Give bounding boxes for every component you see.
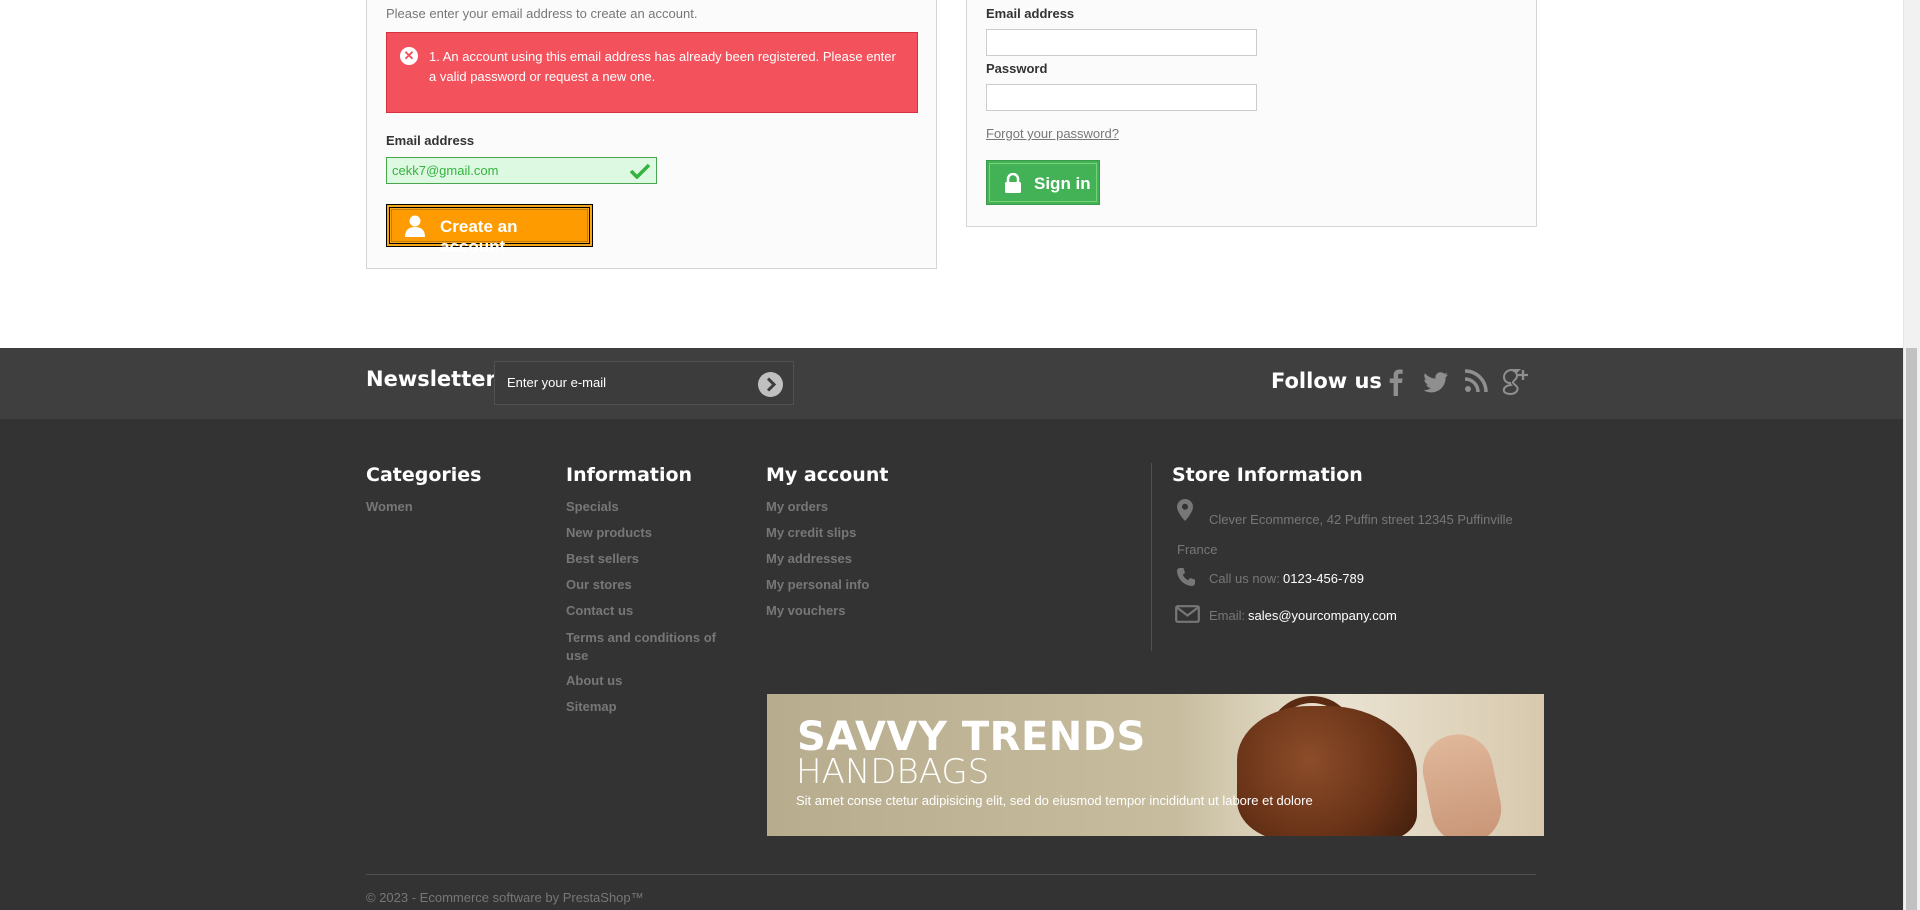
- newsletter-placeholder: Enter your e-mail: [507, 375, 606, 390]
- banner-text: Sit amet conse ctetur adipisicing elit, …: [796, 793, 1313, 808]
- store-email[interactable]: sales@yourcompany.com: [1248, 608, 1397, 623]
- error-alert: ✕ 1. An account using this email address…: [386, 32, 918, 113]
- create-email-value: cekk7@gmail.com: [392, 163, 499, 178]
- account-link-vouchers[interactable]: My vouchers: [766, 603, 845, 618]
- copyright[interactable]: © 2023 - Ecommerce software by PrestaSho…: [366, 890, 644, 905]
- my-account-title: My account: [766, 464, 889, 486]
- newsletter-title: Newsletter: [366, 367, 496, 391]
- create-account-button-label: Create an account: [440, 217, 518, 256]
- create-email-label: Email address: [386, 133, 475, 148]
- login-password-label: Password: [986, 61, 1048, 76]
- footer: Categories Women Information Specials Ne…: [0, 419, 1903, 910]
- login-email-label: Email address: [986, 6, 1075, 21]
- category-link-women[interactable]: Women: [366, 499, 413, 514]
- forgot-password-link[interactable]: Forgot your password?: [986, 126, 1119, 141]
- phone-icon: [1177, 568, 1195, 586]
- account-link-credit-slips[interactable]: My credit slips: [766, 525, 856, 540]
- info-link-specials[interactable]: Specials: [566, 499, 619, 514]
- categories-title: Categories: [366, 464, 482, 486]
- info-link-contact-us[interactable]: Contact us: [566, 603, 633, 618]
- twitter-icon[interactable]: [1421, 366, 1451, 396]
- handbags-banner[interactable]: SAVVY TRENDS HANDBAGS Sit amet conse cte…: [767, 694, 1544, 836]
- email-label: Email:: [1209, 608, 1246, 623]
- info-link-sitemap[interactable]: Sitemap: [566, 699, 617, 714]
- sign-in-button-label: Sign in: [1034, 174, 1091, 193]
- create-email-input[interactable]: cekk7@gmail.com: [386, 157, 657, 184]
- envelope-icon: [1175, 605, 1200, 623]
- sign-in-button[interactable]: Sign in: [986, 160, 1100, 205]
- create-account-intro: Please enter your email address to creat…: [386, 6, 698, 21]
- rss-icon[interactable]: [1461, 366, 1491, 396]
- store-phone[interactable]: 0123-456-789: [1283, 571, 1364, 586]
- info-link-best-sellers[interactable]: Best sellers: [566, 551, 639, 566]
- store-information-title: Store Information: [1172, 464, 1363, 486]
- info-link-our-stores[interactable]: Our stores: [566, 577, 632, 592]
- store-divider: [1151, 463, 1152, 651]
- information-title: Information: [566, 464, 693, 486]
- login-password-input[interactable]: [986, 84, 1257, 111]
- create-account-button[interactable]: Create an account: [386, 204, 593, 256]
- account-link-orders[interactable]: My orders: [766, 499, 828, 514]
- info-link-about-us[interactable]: About us: [566, 673, 622, 688]
- scrollbar-thumb[interactable]: [1906, 348, 1917, 910]
- user-icon: [405, 215, 425, 237]
- create-account-button-face: Create an account: [391, 209, 588, 256]
- info-link-terms[interactable]: Terms and conditions of use: [566, 629, 726, 665]
- follow-us-title: Follow us: [1271, 369, 1382, 393]
- account-link-personal-info[interactable]: My personal info: [766, 577, 869, 592]
- lock-icon: [1005, 173, 1021, 193]
- info-link-new-products[interactable]: New products: [566, 525, 652, 540]
- newsletter-email-input[interactable]: Enter your e-mail: [494, 361, 794, 405]
- footer-divider: [366, 874, 1536, 875]
- error-message: 1. An account using this email address h…: [429, 49, 896, 84]
- newsletter-band: Newsletter Enter your e-mail Follow us: [0, 348, 1903, 419]
- google-plus-icon[interactable]: [1501, 366, 1531, 396]
- handbag-shape: [1237, 706, 1417, 836]
- newsletter-submit-icon[interactable]: [758, 372, 783, 397]
- check-icon: [630, 163, 650, 179]
- sign-in-button-face: Sign in: [989, 163, 1097, 202]
- store-address: Clever Ecommerce, 42 Puffin street 12345…: [1177, 512, 1513, 557]
- error-icon: ✕: [400, 47, 418, 65]
- login-email-input[interactable]: [986, 29, 1257, 56]
- call-us-label: Call us now:: [1209, 571, 1280, 586]
- facebook-icon[interactable]: [1381, 366, 1411, 396]
- banner-subheading: HANDBAGS: [796, 752, 990, 792]
- account-link-addresses[interactable]: My addresses: [766, 551, 852, 566]
